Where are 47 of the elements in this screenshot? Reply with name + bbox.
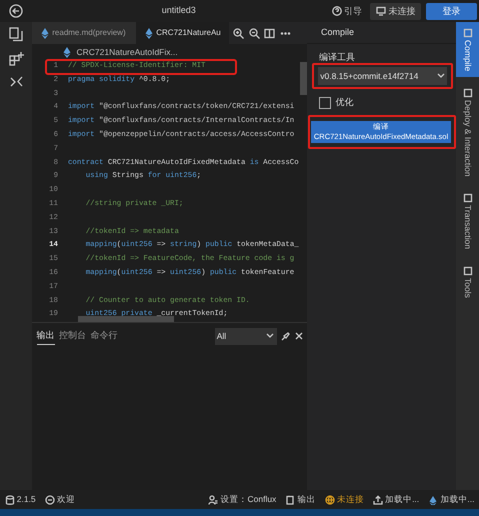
split-editor-icon[interactable] bbox=[264, 28, 276, 38]
ethereum-icon bbox=[62, 46, 72, 58]
compiler-select[interactable]: v0.8.15+commit.e14f2714 bbox=[318, 67, 447, 85]
status-item[interactable]: 输出 bbox=[285, 493, 316, 506]
files-icon[interactable] bbox=[9, 26, 23, 42]
ethereum-icon bbox=[144, 26, 154, 40]
breadcrumb[interactable]: CRC721NatureAutoIdFix... bbox=[76, 46, 178, 58]
status-item[interactable]: 2.1.5 bbox=[4, 493, 36, 506]
close-icon[interactable] bbox=[294, 332, 302, 340]
status-item[interactable]: 欢迎 bbox=[44, 493, 75, 506]
status-item[interactable]: 未连接 bbox=[324, 493, 364, 506]
window-title: untitled3 bbox=[160, 4, 197, 18]
login-button[interactable]: 登录 bbox=[426, 2, 477, 20]
filter-select[interactable]: All bbox=[214, 328, 276, 344]
monitor-icon bbox=[376, 6, 386, 16]
help-icon bbox=[332, 6, 342, 16]
side-tab[interactable]: Tools bbox=[456, 260, 479, 304]
ethereum-icon bbox=[40, 26, 50, 40]
checkbox[interactable] bbox=[319, 96, 331, 109]
side-tab[interactable]: Deploy & Interaction bbox=[456, 82, 479, 183]
scrollbar-thumb[interactable] bbox=[300, 62, 307, 95]
panel-tab[interactable]: 输出 bbox=[36, 326, 54, 346]
status-item[interactable]: 加载中... bbox=[372, 493, 420, 506]
help-button[interactable]: 引导 bbox=[326, 2, 368, 20]
chevron-down-icon bbox=[266, 333, 274, 339]
status-item[interactable]: 加载中... bbox=[428, 493, 474, 506]
panel-title: Compile bbox=[321, 26, 354, 39]
side-tab[interactable]: Compile bbox=[456, 22, 479, 78]
status-item[interactable]: 设置：Conflux bbox=[208, 493, 276, 506]
source-control-icon[interactable] bbox=[8, 74, 24, 88]
scrollbar-thumb[interactable] bbox=[78, 316, 174, 322]
field-label: 编译工具 bbox=[318, 51, 356, 62]
editor-tab[interactable]: readme.md(preview) bbox=[32, 22, 136, 44]
side-tab[interactable]: Transaction bbox=[456, 187, 479, 256]
upload-icon bbox=[372, 494, 383, 504]
extensions-icon[interactable] bbox=[8, 50, 24, 66]
checkbox-label: 优化 bbox=[336, 96, 354, 109]
editor-tab[interactable]: CRC721NatureAu bbox=[136, 22, 229, 44]
connection-button[interactable]: 未连接 bbox=[370, 2, 422, 20]
zoom-out-icon[interactable] bbox=[248, 28, 260, 38]
panel-tab[interactable]: 控制台 bbox=[59, 327, 86, 345]
back-icon[interactable] bbox=[9, 4, 23, 18]
zoom-in-icon[interactable] bbox=[233, 28, 244, 38]
panel-tab[interactable]: 命令行 bbox=[90, 327, 118, 345]
account-icon bbox=[208, 494, 218, 504]
clear-icon[interactable] bbox=[281, 332, 290, 340]
chevron-down-icon bbox=[436, 73, 445, 79]
